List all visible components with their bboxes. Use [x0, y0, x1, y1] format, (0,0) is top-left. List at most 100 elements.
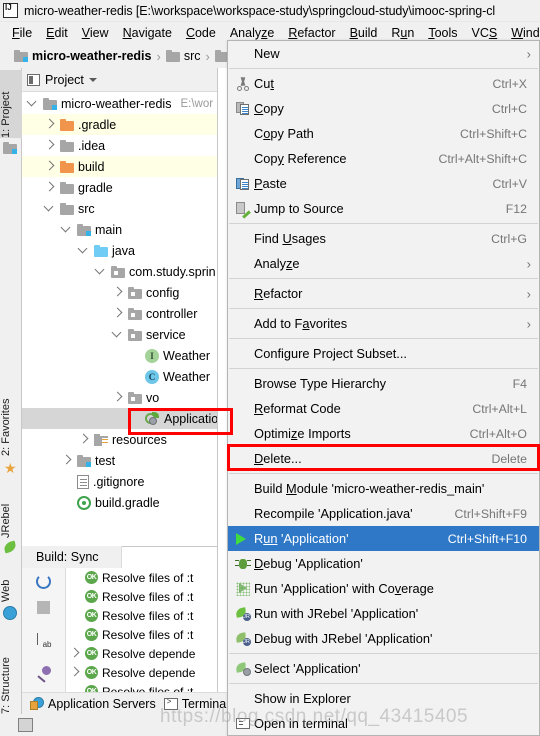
context-menu-item-run-application[interactable]: Run 'Application' Ctrl+Shift+F10 [228, 526, 539, 551]
tool-window-button-project[interactable]: 1: Project [0, 70, 22, 138]
context-menu-item-debug-with-jrebel-application[interactable]: JR Debug with JRebel 'Application' [228, 626, 539, 651]
tree-node-src[interactable]: src [22, 198, 217, 219]
tree-node-com-study-sprin[interactable]: com.study.sprin [22, 261, 217, 282]
tree-node-test[interactable]: test [22, 450, 217, 471]
context-menu-item-analyze[interactable]: Analyze › [228, 251, 539, 276]
menu-view[interactable]: View [75, 24, 116, 42]
build-tab[interactable]: Build: Sync [22, 546, 122, 568]
context-menu-item-run-application-with-coverage[interactable]: Run 'Application' with Coverage [228, 576, 539, 601]
context-menu-item-copy-reference[interactable]: Copy Reference Ctrl+Alt+Shift+C [228, 146, 539, 171]
build-output-row[interactable]: OK Resolve files of :t [66, 568, 218, 587]
tool-window-button-application-servers[interactable]: Application Servers [30, 696, 156, 711]
tree-twisty-closed-icon[interactable] [77, 433, 90, 446]
context-menu-item-jump-to-source[interactable]: Jump to Source F12 [228, 196, 539, 221]
rerun-icon[interactable] [34, 572, 54, 591]
tree-node--gitignore[interactable]: .gitignore [22, 471, 217, 492]
tree-twisty-closed-icon[interactable] [111, 307, 124, 320]
build-output-row[interactable]: OK Resolve files of :t [66, 606, 218, 625]
context-menu-item-delete[interactable]: Delete... Delete [228, 446, 539, 471]
breadcrumb-item[interactable]: micro-weather-redis [14, 49, 151, 63]
breadcrumb-separator: › [205, 48, 210, 64]
tree-node-resources[interactable]: resources [22, 429, 217, 450]
filter-ab-icon[interactable] [34, 631, 54, 649]
tree-twisty-open-icon[interactable] [43, 202, 56, 215]
context-menu-item-shortcut: Ctrl+Alt+O [469, 426, 527, 441]
build-output-row[interactable]: OK Resolve depende [66, 663, 218, 682]
tree-node-weather[interactable]: C Weather [22, 366, 217, 387]
context-menu-item-debug-application[interactable]: Debug 'Application' [228, 551, 539, 576]
tree-twisty-open-icon[interactable] [60, 223, 73, 236]
tree-twisty-closed-icon[interactable] [111, 286, 124, 299]
interface-icon: I [145, 348, 159, 363]
context-menu-item-copy[interactable]: Copy Ctrl+C [228, 96, 539, 121]
chevron-right-icon: › [526, 286, 531, 301]
context-menu-item-configure-project-subset[interactable]: Configure Project Subset... [228, 341, 539, 366]
context-menu-item-run-with-jrebel-application[interactable]: JR Run with JRebel 'Application' [228, 601, 539, 626]
context-menu-item-add-to-favorites[interactable]: Add to Favorites › [228, 311, 539, 336]
tree-node-main[interactable]: main [22, 219, 217, 240]
tree-twisty-open-icon[interactable] [26, 97, 39, 110]
tree-node-build[interactable]: build [22, 156, 217, 177]
tree-node-application[interactable]: Application [22, 408, 217, 429]
tree-node-build-gradle[interactable]: build.gradle [22, 492, 217, 513]
chevron-right-icon: › [526, 316, 531, 331]
context-menu-item-label: Paste [254, 176, 287, 191]
tree-twisty-closed-icon[interactable] [68, 647, 81, 660]
build-output-row[interactable]: OK Resolve files of :t [66, 682, 218, 692]
tree-node-vo[interactable]: vo [22, 387, 217, 408]
tree-node-config[interactable]: config [22, 282, 217, 303]
tree-twisty-closed-icon[interactable] [111, 391, 124, 404]
pin-icon[interactable] [34, 663, 54, 683]
tool-window-button-favorites[interactable]: 2: Favorites [0, 374, 22, 456]
tree-node-java[interactable]: java [22, 240, 217, 261]
breadcrumb-item[interactable]: src [165, 49, 201, 63]
tree-twisty-closed-icon[interactable] [43, 160, 56, 173]
tree-node-weather[interactable]: I Weather [22, 345, 217, 366]
menu-navigate[interactable]: Navigate [116, 24, 179, 42]
status-bar-widget-icon[interactable] [18, 718, 33, 732]
tree-node--idea[interactable]: .idea [22, 135, 217, 156]
build-output-row[interactable]: OK Resolve files of :t [66, 587, 218, 606]
context-menu-item-new[interactable]: New › [228, 41, 539, 66]
tool-window-button-jrebel[interactable]: JRebel [0, 484, 22, 538]
menu-edit[interactable]: Edit [39, 24, 75, 42]
tree-twisty-open-icon[interactable] [94, 265, 107, 278]
tree-twisty-closed-icon[interactable] [43, 181, 56, 194]
context-menu-item-recompile-application-java[interactable]: Recompile 'Application.java' Ctrl+Shift+F… [228, 501, 539, 526]
build-output-row[interactable]: OK Resolve depende [66, 644, 218, 663]
context-menu[interactable]: New › Cut Ctrl+X Copy Ctrl+C Copy Path Ctrl+Shi… [227, 40, 540, 736]
menu-file[interactable]: File [5, 24, 39, 42]
context-menu-item-cut[interactable]: Cut Ctrl+X [228, 71, 539, 96]
context-menu-item-find-usages[interactable]: Find Usages Ctrl+G [228, 226, 539, 251]
stop-icon[interactable] [34, 598, 54, 617]
tree-node-controller[interactable]: controller [22, 303, 217, 324]
coverage-icon [232, 580, 254, 598]
context-menu-item-browse-type-hierarchy[interactable]: Browse Type Hierarchy F4 [228, 371, 539, 396]
tree-twisty-closed-icon[interactable] [43, 118, 56, 131]
context-menu-item-refactor[interactable]: Refactor › [228, 281, 539, 306]
tool-window-label-favorites: 2: Favorites [0, 398, 12, 456]
chevron-down-icon[interactable] [88, 77, 97, 82]
menu-code[interactable]: Code [179, 24, 223, 42]
project-tree[interactable]: micro-weather-redis E:\wor .gradle .idea bui… [22, 92, 217, 513]
context-menu-item-copy-path[interactable]: Copy Path Ctrl+Shift+C [228, 121, 539, 146]
tree-twisty-open-icon[interactable] [111, 328, 124, 341]
context-menu-item-paste[interactable]: Paste Ctrl+V [228, 171, 539, 196]
context-menu-item-optimize-imports[interactable]: Optimize Imports Ctrl+Alt+O [228, 421, 539, 446]
context-menu-item-build-module-micro-weather-redis-main[interactable]: Build Module 'micro-weather-redis_main' [228, 476, 539, 501]
tree-node-gradle[interactable]: gradle [22, 177, 217, 198]
build-output-row[interactable]: OK Resolve files of :t [66, 625, 218, 644]
context-menu-item-select-application[interactable]: Select 'Application' [228, 656, 539, 681]
tree-node-service[interactable]: service [22, 324, 217, 345]
menu-separator [229, 473, 538, 474]
tool-window-button-web[interactable]: Web [0, 564, 22, 602]
tree-twisty-closed-icon[interactable] [60, 454, 73, 467]
tree-node--gradle[interactable]: .gradle [22, 114, 217, 135]
tree-twisty-open-icon[interactable] [77, 244, 90, 257]
tool-window-button-structure[interactable]: 7: Structure [0, 630, 22, 714]
build-output-list[interactable]: OK Resolve files of :t OK Resolve files of … [66, 568, 218, 692]
context-menu-item-reformat-code[interactable]: Reformat Code Ctrl+Alt+L [228, 396, 539, 421]
tree-node-micro-weather-redis[interactable]: micro-weather-redis E:\wor [22, 93, 217, 114]
tree-twisty-closed-icon[interactable] [43, 139, 56, 152]
tree-twisty-closed-icon[interactable] [68, 666, 81, 679]
